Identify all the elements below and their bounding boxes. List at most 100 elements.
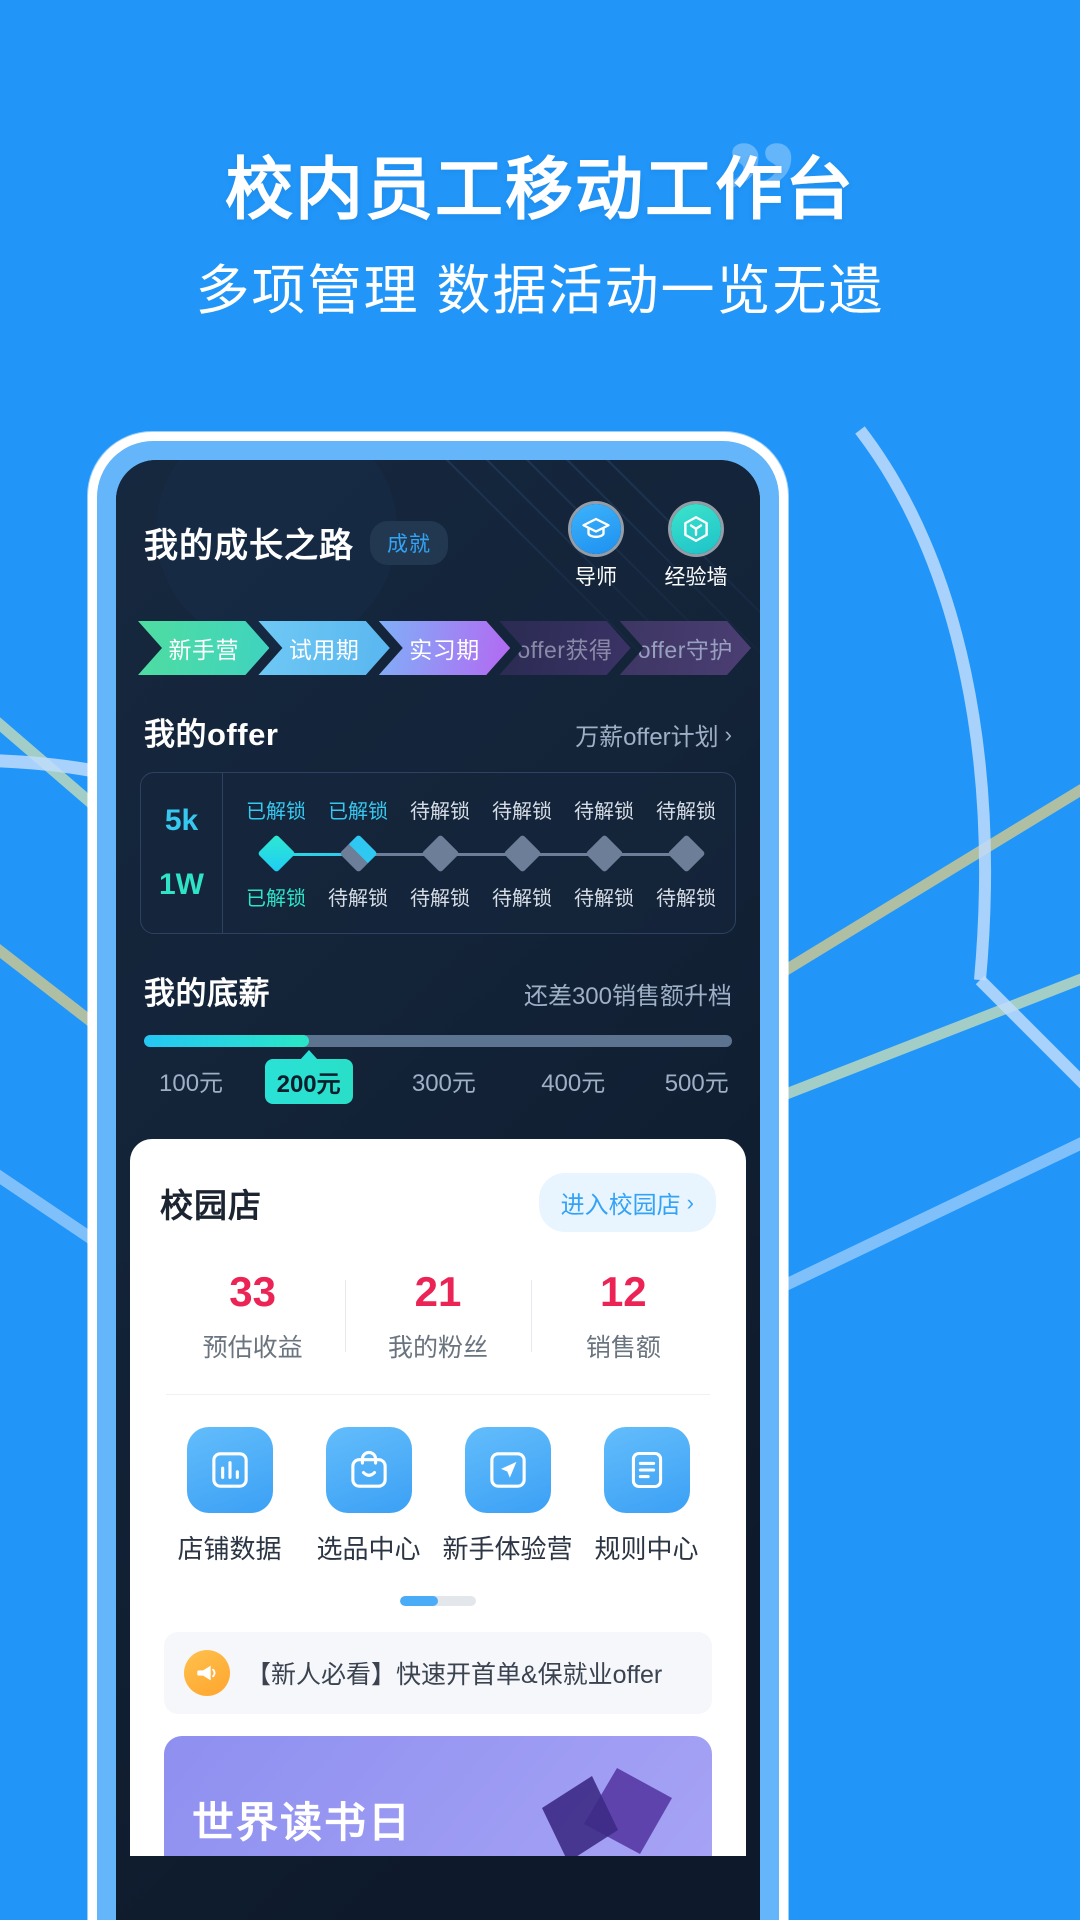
- offer-node[interactable]: [481, 833, 604, 873]
- offer-section-header: 我的offer 万薪offer计划 ›: [116, 709, 760, 754]
- diamond-locked-icon: [502, 833, 542, 873]
- salary-progress-track[interactable]: [144, 1035, 732, 1047]
- quick-action-label: 规则中心: [594, 1534, 699, 1564]
- salary-tick-labels: 100元 200元 300元 400元 500元: [144, 1059, 732, 1107]
- chevron-right-icon: ›: [686, 1189, 694, 1215]
- lock-label: 待解锁: [410, 888, 470, 910]
- notice-banner[interactable]: 【新人必看】快速开首单&保就业offer: [164, 1632, 712, 1714]
- store-stats: 33 预估收益 21 我的粉丝 12 销售额: [160, 1268, 716, 1364]
- salary-tick-current: 200元: [264, 1059, 353, 1104]
- salary-tick: 500元: [664, 1070, 729, 1097]
- enter-store-label: 进入校园店: [560, 1192, 681, 1219]
- divider: [166, 1394, 710, 1395]
- app-title-row: 我的成长之路 成就: [144, 504, 448, 567]
- diamond-half-icon: [338, 833, 378, 873]
- quick-action-newbie-camp[interactable]: 新手体验营: [438, 1427, 577, 1566]
- lock-label: 已解锁: [246, 801, 306, 823]
- salary-tick: 400元: [541, 1070, 606, 1097]
- salary-section-title: 我的底薪: [144, 976, 270, 1011]
- page-title: 校内员工移动工作台: [224, 152, 855, 228]
- phone-mockup: 我的成长之路 成就 导师 经验墙 新手营 试用期 实习期 offer获得 off…: [88, 432, 788, 1920]
- megaphone-icon: [184, 1650, 230, 1696]
- offer-node-track: [235, 832, 727, 874]
- pager-active-indicator: [400, 1596, 438, 1606]
- stage-item-1[interactable]: 新手营: [138, 621, 269, 675]
- offer-node[interactable]: [563, 833, 686, 873]
- offer-node[interactable]: [235, 833, 358, 873]
- header-action-experience-wall[interactable]: 经验墙: [660, 504, 732, 591]
- graduation-cap-icon: [571, 504, 621, 554]
- lock-label: 待解锁: [574, 888, 634, 910]
- stage-label: 新手营: [168, 637, 239, 663]
- quick-action-selection-center[interactable]: 选品中心: [299, 1427, 438, 1566]
- diamond-active-icon: [256, 833, 296, 873]
- stage-item-5[interactable]: offer守护: [620, 621, 751, 675]
- achievement-badge[interactable]: 成就: [370, 520, 448, 565]
- lock-label: 待解锁: [574, 801, 634, 823]
- offer-top-labels: 已解锁 已解锁 待解锁 待解锁 待解锁 待解锁: [235, 795, 727, 824]
- header-action-label: 经验墙: [664, 566, 728, 589]
- header-icon-group: 导师 经验墙: [560, 504, 732, 591]
- salary-section-header: 我的底薪 还差300销售额升档: [116, 968, 760, 1013]
- offer-card: 5k 1W 已解锁 已解锁 待解锁 待解锁 待解锁 待解锁 已解锁 待解锁 待解…: [140, 772, 736, 934]
- page-subtitle: 多项管理 数据活动一览无遗: [195, 261, 885, 321]
- app-header: 我的成长之路 成就 导师 经验墙: [116, 460, 760, 591]
- offer-level-1w: 1W: [159, 868, 204, 901]
- stat-item[interactable]: 12 销售额: [530, 1268, 716, 1364]
- promo-banner[interactable]: 世界读书日: [164, 1736, 712, 1856]
- phone-bezel: 我的成长之路 成就 导师 经验墙 新手营 试用期 实习期 offer获得 off…: [97, 441, 779, 1920]
- lock-label: 待解锁: [492, 801, 552, 823]
- quick-action-label: 选品中心: [316, 1534, 421, 1564]
- stat-value: 12: [599, 1268, 647, 1315]
- store-card-title: 校园店: [160, 1186, 262, 1224]
- lock-label: 已解锁: [246, 888, 306, 910]
- phone-screen: 我的成长之路 成就 导师 经验墙 新手营 试用期 实习期 offer获得 off…: [116, 460, 760, 1920]
- salary-upgrade-note: 还差300销售额升档: [523, 983, 732, 1010]
- stat-value: 33: [229, 1268, 277, 1315]
- offer-section-title: 我的offer: [144, 717, 279, 752]
- notice-text: 【新人必看】快速开首单&保就业offer: [246, 1661, 663, 1689]
- enter-store-button[interactable]: 进入校园店 ›: [538, 1173, 716, 1232]
- stage-label: offer获得: [517, 637, 613, 663]
- stage-item-4[interactable]: offer获得: [499, 621, 630, 675]
- stat-item[interactable]: 33 预估收益: [160, 1268, 345, 1364]
- cube-icon: [671, 504, 721, 554]
- shopping-bag-icon: [325, 1427, 412, 1513]
- carousel-pager[interactable]: [160, 1596, 716, 1606]
- offer-plan-link[interactable]: 万薪offer计划 ›: [575, 717, 732, 752]
- stat-label: 我的粉丝: [387, 1334, 488, 1362]
- store-card-header: 校园店 进入校园店 ›: [160, 1173, 716, 1232]
- quick-action-grid: 店铺数据 选品中心 新手体验营 规则中心: [160, 1427, 716, 1566]
- quick-action-shop-data[interactable]: 店铺数据: [160, 1427, 299, 1566]
- diamond-locked-icon: [420, 833, 460, 873]
- promo-headline-block: ” 校内员工移动工作台 多项管理 数据活动一览无遗: [0, 0, 1080, 400]
- stage-item-2[interactable]: 试用期: [258, 621, 389, 675]
- offer-node[interactable]: [645, 833, 727, 873]
- stat-value: 21: [414, 1268, 462, 1315]
- offer-level-5k: 5k: [164, 804, 199, 837]
- salary-progress-fill: [144, 1035, 309, 1047]
- diamond-locked-icon: [666, 833, 706, 873]
- stage-progress-bar: 新手营 试用期 实习期 offer获得 offer守护: [138, 621, 740, 675]
- offer-node[interactable]: [317, 833, 440, 873]
- quick-action-label: 店铺数据: [177, 1534, 282, 1564]
- stage-label: 试用期: [288, 637, 360, 663]
- offer-node[interactable]: [399, 833, 522, 873]
- lock-label: 待解锁: [656, 888, 716, 910]
- quick-action-label: 新手体验营: [442, 1534, 573, 1564]
- quick-action-rule-center[interactable]: 规则中心: [577, 1427, 716, 1566]
- header-action-mentor[interactable]: 导师: [560, 504, 632, 591]
- stat-label: 预估收益: [202, 1334, 303, 1362]
- offer-bottom-labels: 已解锁 待解锁 待解锁 待解锁 待解锁 待解锁: [235, 882, 727, 911]
- stat-item[interactable]: 21 我的粉丝: [345, 1268, 530, 1364]
- stage-label: offer守护: [637, 637, 733, 663]
- lock-label: 待解锁: [492, 888, 552, 910]
- offer-plan-link-label: 万薪offer计划: [575, 724, 719, 751]
- diamond-locked-icon: [584, 833, 624, 873]
- salary-tick: 100元: [159, 1070, 224, 1097]
- stage-item-3[interactable]: 实习期: [379, 621, 510, 675]
- offer-levels: 5k 1W: [141, 773, 223, 933]
- salary-tick: 300元: [411, 1070, 476, 1097]
- document-lines-icon: [603, 1427, 690, 1513]
- stage-label: 实习期: [409, 637, 480, 663]
